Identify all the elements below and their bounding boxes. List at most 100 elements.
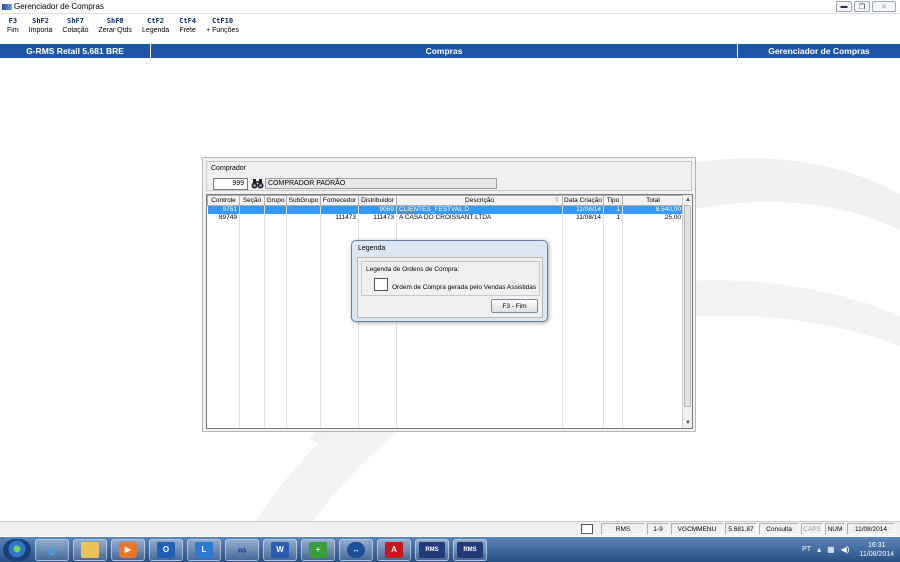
- legend-color-swatch: [374, 278, 388, 291]
- paint-glyph: +: [309, 541, 327, 558]
- outlook-icon[interactable]: O: [149, 538, 183, 561]
- zerar-qtds-button[interactable]: ShF8 Zerar Qtds: [95, 15, 134, 43]
- cell-distribuidor: 9059: [358, 205, 397, 214]
- system-tray: PT ▴ ▦ ◀) 16:31 11/08/2014: [802, 537, 894, 562]
- legend-item-text: Ordem de Compra gerada pelo Vendas Assis…: [392, 284, 537, 291]
- header-module: Compras: [151, 44, 738, 58]
- binoculars-icon[interactable]: [251, 178, 264, 190]
- teamviewer-glyph: ↔: [347, 541, 365, 558]
- key-label: F3: [8, 17, 18, 25]
- lync-glyph: L: [195, 541, 213, 558]
- clock[interactable]: 16:31 11/08/2014: [859, 541, 894, 559]
- col-header-descricao[interactable]: Descrição: [396, 195, 563, 206]
- folder-glyph: [81, 541, 99, 558]
- legend-group: Legenda de Ordens de Compra: Ordem de Co…: [361, 261, 540, 296]
- vertical-scrollbar[interactable]: ▲ ▼: [682, 195, 692, 428]
- cell-data: 11/08/14: [562, 213, 604, 222]
- scroll-thumb[interactable]: [684, 205, 691, 407]
- comprador-name-field: COMPRADOR PADRÃO: [265, 178, 497, 189]
- media-player-icon[interactable]: ▶: [111, 538, 145, 561]
- word-icon[interactable]: W: [263, 538, 297, 561]
- fn-label: Frete: [179, 27, 196, 34]
- fn-label: Fim: [7, 27, 19, 34]
- key-label: CtF4: [179, 17, 197, 25]
- status-system: RMS: [601, 523, 645, 535]
- function-key-toolbar: F3 Fim ShF2 Importa ShF7 Cotação ShF8 Zerar …: [0, 15, 900, 43]
- mais-funcoes-button[interactable]: CtF10 + Funções: [203, 15, 242, 43]
- key-label: CtF10: [211, 17, 234, 25]
- restore-button[interactable]: ❐: [854, 1, 870, 12]
- table-header: Controle Seção Grupo SubGrupo Fornecedor…: [207, 195, 684, 206]
- acrobat-icon[interactable]: A: [377, 538, 411, 561]
- lync-icon[interactable]: L: [187, 538, 221, 561]
- col-header-subgrupo[interactable]: SubGrupo: [286, 195, 321, 206]
- explorer-icon[interactable]: [73, 538, 107, 561]
- cell-descricao: A CASA DO CROISSANT LTDA: [396, 213, 563, 222]
- table-row[interactable]: 9751 9059 CLIENTES_FESTVAL D 11/08/14 1 …: [207, 205, 684, 214]
- frete-button[interactable]: CtF4 Frete: [176, 15, 199, 43]
- cotacao-button[interactable]: ShF7 Cotação: [59, 15, 91, 43]
- window-controls: ▬ ❐ ✕: [836, 1, 896, 12]
- ie-icon[interactable]: e: [35, 538, 69, 561]
- app-icon: [2, 3, 12, 10]
- cell-descricao: CLIENTES_FESTVAL D: [396, 205, 563, 214]
- rms-icon[interactable]: RMS: [453, 538, 487, 561]
- cell-secao: [239, 205, 265, 214]
- col-header-controle[interactable]: Controle: [207, 195, 240, 206]
- sort-icon: ▽: [555, 197, 559, 203]
- col-header-data-criacao[interactable]: Data Criação: [562, 195, 604, 206]
- legend-group-label: Legenda de Ordens de Compra:: [366, 266, 460, 273]
- fn-label: Cotação: [62, 27, 89, 34]
- cell-subgrupo: [286, 213, 321, 222]
- f3-fim-button[interactable]: F3 - Fim: [491, 299, 538, 313]
- cell-tipo: 1: [603, 205, 623, 214]
- dialog-body: Legenda de Ordens de Compra: Ordem de Co…: [357, 257, 543, 318]
- cell-controle: 89749: [207, 213, 240, 222]
- close-button[interactable]: ✕: [872, 1, 896, 12]
- importa-button[interactable]: ShF2 Importa: [26, 15, 56, 43]
- scroll-down-icon[interactable]: ▼: [683, 418, 692, 428]
- paint-icon[interactable]: +: [301, 538, 335, 561]
- fn-label: Importa: [28, 27, 53, 34]
- fim-button[interactable]: F3 Fim: [4, 15, 22, 43]
- volume-icon[interactable]: ◀): [841, 545, 850, 554]
- language-indicator[interactable]: PT: [802, 546, 811, 553]
- start-button[interactable]: [3, 538, 31, 561]
- dialog-title: Legenda: [358, 245, 386, 252]
- word-glyph: W: [271, 541, 289, 558]
- network-icon[interactable]: ▦: [827, 545, 835, 554]
- infinity-icon[interactable]: ∞: [225, 538, 259, 561]
- scroll-up-icon[interactable]: ▲: [683, 195, 692, 205]
- tray-arrow-icon[interactable]: ▴: [817, 545, 821, 554]
- status-num: NUM: [825, 523, 845, 535]
- teamviewer-icon[interactable]: ↔: [339, 538, 373, 561]
- fn-label: Zerar Qtds: [98, 27, 132, 34]
- col-header-tipo[interactable]: Tipo: [603, 195, 623, 206]
- rms-icon[interactable]: RMS: [415, 538, 449, 561]
- cell-data: 11/08/14: [562, 205, 604, 214]
- col-header-distribuidor[interactable]: Distribuidor: [358, 195, 397, 206]
- rms-glyph: RMS: [419, 541, 445, 558]
- cell-total: 8.540,00: [622, 205, 684, 214]
- header-bar: G-RMS Retail 5.681 BRE Compras Gerenciad…: [0, 44, 900, 58]
- cell-fornecedor: [320, 205, 359, 214]
- cell-distribuidor: 111473: [358, 213, 397, 222]
- rms-glyph: RMS: [457, 541, 483, 558]
- col-header-grupo[interactable]: Grupo: [264, 195, 287, 206]
- minimize-button[interactable]: ▬: [836, 1, 852, 12]
- key-label: ShF7: [67, 17, 84, 25]
- col-header-secao[interactable]: Seção: [239, 195, 265, 206]
- comprador-label: Comprador: [211, 165, 247, 172]
- key-label: ShF8: [106, 17, 124, 25]
- col-header-fornecedor[interactable]: Fornecedor: [320, 195, 359, 206]
- clock-time: 16:31: [867, 541, 886, 549]
- document-icon: [581, 524, 593, 534]
- legenda-button[interactable]: CtF2 Legenda: [139, 15, 172, 43]
- table-row[interactable]: 89749 111473 111473 A CASA DO CROISSANT …: [207, 213, 684, 222]
- key-label: ShF2: [32, 17, 49, 25]
- col-header-total[interactable]: Total: [622, 195, 684, 206]
- cell-controle: 9751: [207, 205, 240, 214]
- comprador-code-field[interactable]: 999: [213, 178, 248, 190]
- status-menu: VGCMMENU: [671, 523, 723, 535]
- legenda-dialog: Legenda Legenda de Ordens de Compra: Ord…: [351, 240, 548, 322]
